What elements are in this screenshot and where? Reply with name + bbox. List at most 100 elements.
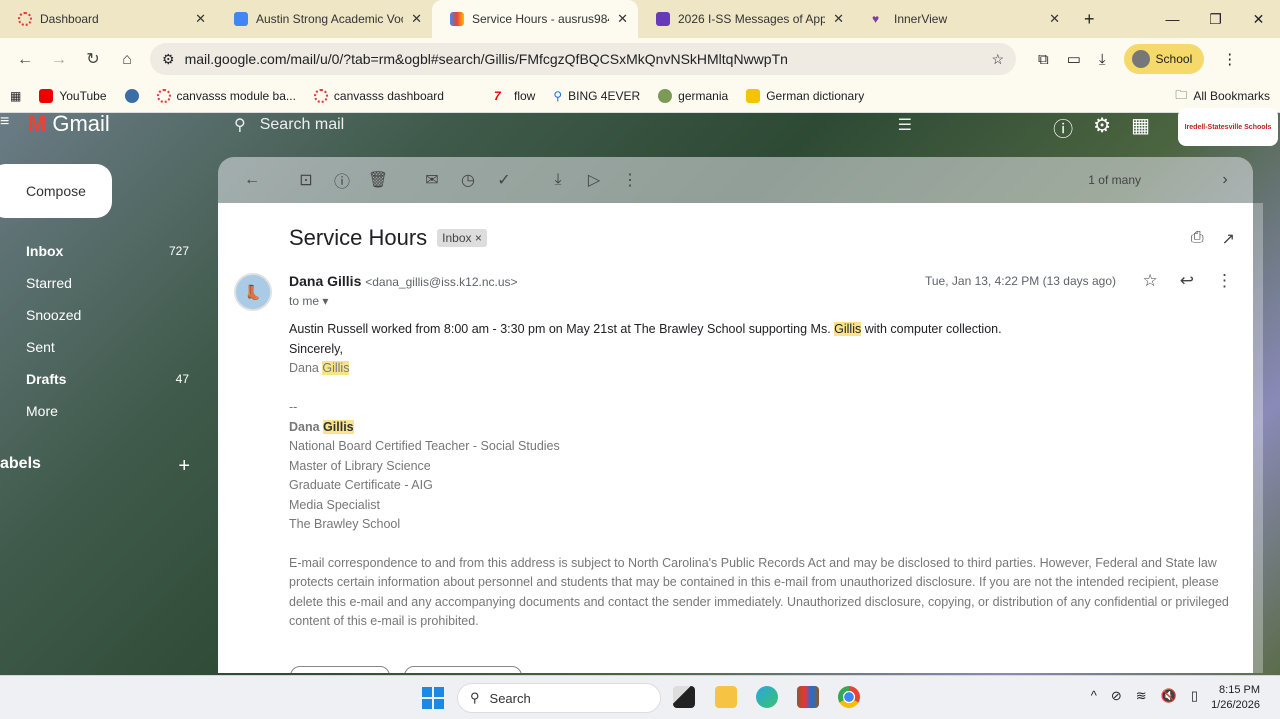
- sidebar-item-drafts[interactable]: Drafts 47: [0, 363, 205, 395]
- message-date: Tue, Jan 13, 4:22 PM (13 days ago): [925, 274, 1116, 288]
- show-hidden-icons[interactable]: ^: [1091, 688, 1097, 704]
- volume-muted-icon[interactable]: 🔇: [1161, 688, 1177, 704]
- inbox-label-chip[interactable]: Inbox ×: [437, 229, 487, 247]
- wifi-icon[interactable]: ≋: [1136, 688, 1147, 704]
- bookmark-wordpress[interactable]: [124, 89, 139, 103]
- close-tab-icon[interactable]: ✕: [411, 11, 422, 27]
- sidebar-item-more[interactable]: More: [0, 395, 205, 427]
- battery-icon[interactable]: ▯: [1191, 688, 1198, 704]
- newer-icon[interactable]: ‹: [1171, 171, 1207, 189]
- germania-icon: [658, 89, 673, 103]
- location-off-icon[interactable]: ⊘: [1111, 688, 1122, 704]
- taskbar-search[interactable]: ⚲ Search: [457, 683, 661, 713]
- main-menu-icon[interactable]: ≡: [0, 113, 9, 131]
- older-icon[interactable]: ›: [1207, 171, 1243, 189]
- site-settings-icon[interactable]: ⚙: [162, 51, 175, 68]
- remove-label-icon[interactable]: ×: [475, 231, 482, 245]
- extensions-icon[interactable]: ⧉: [1038, 51, 1049, 68]
- recipients-toggle[interactable]: to me ▾: [289, 294, 328, 308]
- delete-icon[interactable]: 🗑: [360, 170, 396, 190]
- start-button[interactable]: [422, 687, 444, 709]
- close-tab-icon[interactable]: ✕: [1049, 11, 1060, 27]
- close-window-button[interactable]: ✕: [1237, 11, 1280, 28]
- url-bar[interactable]: ⚙ mail.google.com/mail/u/0/?tab=rm&ogbl#s…: [150, 43, 1016, 75]
- forward-button[interactable]: [404, 666, 522, 673]
- label-icon[interactable]: ▷: [576, 170, 612, 190]
- back-icon[interactable]: ←: [234, 171, 270, 189]
- filter-icon[interactable]: ☰: [898, 115, 912, 135]
- reload-icon[interactable]: ↻: [76, 49, 110, 69]
- canvas-icon: [18, 12, 32, 26]
- sidebar-item-snoozed[interactable]: Snoozed: [0, 299, 205, 331]
- compose-button[interactable]: Compose: [0, 164, 112, 218]
- archive-icon[interactable]: ⊡: [288, 170, 324, 190]
- print-icon[interactable]: ⎙: [1191, 229, 1204, 249]
- menu-icon[interactable]: ⋮: [1222, 50, 1237, 68]
- bookmark-canvas-module[interactable]: canvasss module ba...: [156, 89, 296, 103]
- cast-icon[interactable]: ▭: [1067, 50, 1081, 68]
- back-icon[interactable]: ←: [8, 51, 42, 69]
- restore-button[interactable]: ❐: [1194, 11, 1237, 28]
- docs-icon: [234, 12, 248, 26]
- bookmark-german-dictionary[interactable]: German dictionary: [746, 89, 864, 103]
- search-mail[interactable]: ⚲ Search mail ☰: [218, 105, 928, 145]
- forward-icon[interactable]: →: [42, 51, 76, 69]
- tab-dashboard[interactable]: Dashboard ✕: [0, 0, 216, 38]
- new-tab-button[interactable]: +: [1084, 9, 1095, 30]
- snooze-icon[interactable]: ◷: [450, 170, 486, 190]
- canvas-icon: [313, 89, 328, 103]
- library-app-icon[interactable]: [797, 686, 819, 708]
- profile-button[interactable]: School: [1123, 44, 1205, 74]
- apps-icon[interactable]: ▦: [10, 89, 21, 103]
- sidebar-item-sent[interactable]: Sent: [0, 331, 205, 363]
- close-tab-icon[interactable]: ✕: [617, 11, 628, 27]
- sender-avatar[interactable]: 👢: [234, 273, 272, 311]
- innerview-icon: ♥: [872, 12, 880, 26]
- settings-gear-icon[interactable]: ⚙: [1093, 113, 1111, 142]
- bookmark-blank[interactable]: [462, 89, 476, 103]
- reply-icon[interactable]: ↩: [1180, 271, 1194, 291]
- help-icon[interactable]: ⓘ: [1053, 113, 1073, 142]
- add-label-icon[interactable]: +: [178, 455, 190, 478]
- school-logo[interactable]: Iredell-Statesville Schools: [1178, 108, 1278, 146]
- file-explorer-icon[interactable]: [715, 686, 737, 708]
- download-icon[interactable]: ⤓: [1099, 51, 1106, 68]
- star-icon[interactable]: ☆: [1143, 271, 1158, 291]
- mark-unread-icon[interactable]: ✉: [414, 170, 450, 190]
- more-options-icon[interactable]: ⋮: [1216, 271, 1233, 291]
- scrollbar[interactable]: [1253, 203, 1263, 673]
- all-bookmarks[interactable]: 🗀 All Bookmarks: [1175, 86, 1270, 107]
- tab-gmail[interactable]: Service Hours - ausrus9843@✕: [432, 0, 638, 38]
- youtube-icon: [39, 89, 54, 103]
- reply-button[interactable]: [290, 666, 390, 673]
- folder-icon: 🗀: [1175, 87, 1188, 102]
- edge-icon[interactable]: [756, 686, 778, 708]
- tab-forms[interactable]: 2026 I-SS Messages of Appre ✕: [638, 0, 854, 38]
- bookmark-star-icon[interactable]: ☆: [991, 51, 1004, 68]
- report-spam-icon[interactable]: ⓘ: [324, 168, 360, 192]
- add-task-icon[interactable]: ✓: [486, 170, 522, 190]
- bookmark-germania[interactable]: germania: [658, 89, 728, 103]
- more-icon[interactable]: ⋮: [612, 170, 648, 190]
- close-tab-icon[interactable]: ✕: [833, 11, 844, 27]
- open-new-window-icon[interactable]: ↗: [1222, 229, 1235, 249]
- tab-docs[interactable]: Austin Strong Academic Voca ✕: [216, 0, 432, 38]
- bookmark-bing[interactable]: ⚲ BING 4EVER: [553, 89, 640, 103]
- message-body: Austin Russell worked from 8:00 am - 3:3…: [289, 320, 1239, 632]
- google-apps-icon[interactable]: ▦: [1131, 113, 1150, 142]
- clock[interactable]: 8:15 PM 1/26/2026: [1211, 683, 1260, 713]
- bookmark-flow[interactable]: 7 flow: [494, 89, 535, 103]
- home-icon[interactable]: ⌂: [110, 51, 144, 69]
- chrome-icon[interactable]: [838, 686, 860, 708]
- close-tab-icon[interactable]: ✕: [195, 11, 206, 27]
- bookmark-youtube[interactable]: YouTube: [39, 89, 107, 103]
- gmail-m-icon: M: [28, 111, 47, 136]
- sidebar-item-inbox[interactable]: Inbox 727: [0, 235, 205, 267]
- task-view-icon[interactable]: [673, 686, 695, 708]
- sidebar-item-starred[interactable]: Starred: [0, 267, 205, 299]
- tab-innerview[interactable]: ♥ InnerView ✕: [854, 0, 1070, 38]
- minimize-button[interactable]: —: [1151, 11, 1194, 27]
- gmail-logo[interactable]: M Gmail: [28, 111, 110, 136]
- bookmark-canvas-dashboard[interactable]: canvasss dashboard: [313, 89, 444, 103]
- move-to-icon[interactable]: ⤓: [540, 171, 576, 189]
